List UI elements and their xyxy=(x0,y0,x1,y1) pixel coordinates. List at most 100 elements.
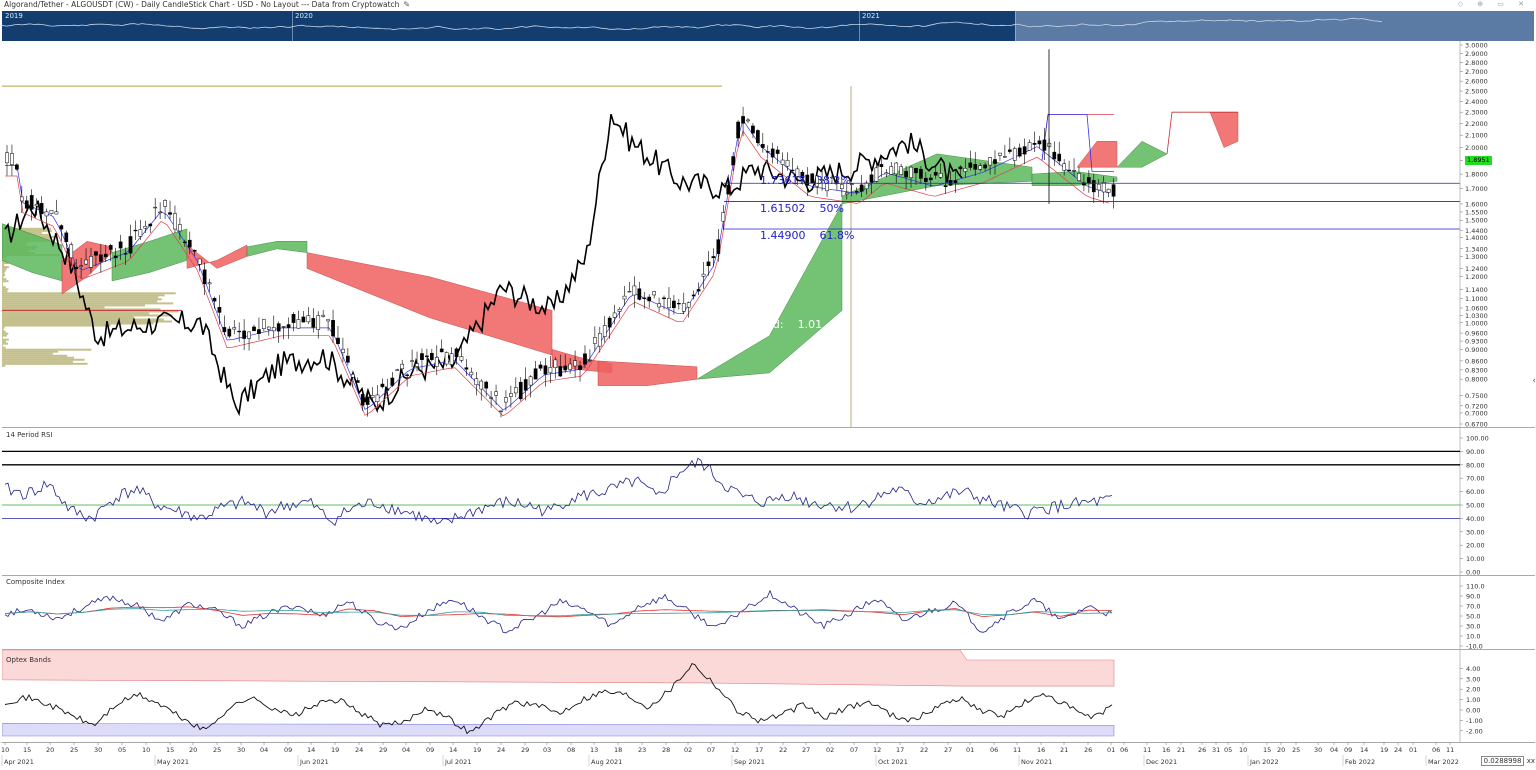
volume-profile-bar xyxy=(2,338,9,341)
month-tick-label: Nov 2021 xyxy=(1021,758,1052,766)
candle-up xyxy=(410,360,414,362)
day-tick-label: 30 xyxy=(237,746,245,754)
candle-up xyxy=(494,391,498,396)
candle-up xyxy=(597,333,602,347)
candle-down xyxy=(420,353,424,360)
volume-profile-bar xyxy=(2,342,9,345)
volume-profile-bar xyxy=(2,312,150,315)
candle-down xyxy=(99,254,103,262)
kumo-bullish xyxy=(1116,140,1168,168)
candle-down xyxy=(1032,142,1037,145)
candle-down xyxy=(726,184,731,195)
pencil-icon[interactable]: ✎ xyxy=(403,0,410,9)
candle-down xyxy=(346,355,350,363)
candle-up xyxy=(400,363,405,370)
price-tick-label: 2.5000 xyxy=(1465,88,1488,96)
time-axis[interactable]: 10 15 20 25 30 05 10 15 20 25 30 04 09 14 19 24 29 04 09 14… xyxy=(0,742,1536,770)
volume-profile-bar xyxy=(2,266,9,269)
candle-down xyxy=(1057,153,1062,162)
rsi-panel[interactable]: 14 Period RSI 100.00 90.00 80.00 70.00 60.00… xyxy=(2,428,1535,576)
candle-up xyxy=(1106,188,1111,193)
candle-down xyxy=(923,177,928,182)
candle-up xyxy=(573,360,577,367)
candle-down xyxy=(691,294,696,297)
candle-up xyxy=(553,359,558,369)
candle-down xyxy=(543,365,548,375)
price-tick-label: 2.4000 xyxy=(1465,98,1488,106)
price-tick-label: 1.5000 xyxy=(1465,217,1488,225)
candle-down xyxy=(276,323,281,332)
candle-down xyxy=(74,267,79,270)
candle-up xyxy=(266,326,271,330)
volume-profile-bar xyxy=(2,274,6,277)
candle-down xyxy=(355,380,360,383)
candle-up xyxy=(938,173,943,178)
day-tick-label: 30 xyxy=(94,746,102,754)
price-panel[interactable]: 3.0000 2.9000 2.8000 2.7000 2.6000 2.5000 2.40… xyxy=(2,41,1535,428)
day-tick-label: 11 xyxy=(1143,746,1151,754)
fib-label-618: 1.44900 61.8% xyxy=(760,229,855,242)
candle-up xyxy=(568,363,573,370)
candle-down xyxy=(775,149,780,154)
composite-panel[interactable]: Composite Index 110.0 90.0 70.0 50.0 30.0 10.… xyxy=(2,576,1535,650)
candle-up xyxy=(513,387,518,394)
volume-profile-bar xyxy=(2,280,9,283)
price-tick-label: 2.3000 xyxy=(1465,109,1488,117)
day-tick-label: 18 xyxy=(614,746,622,754)
month-tick-label: Jul 2021 xyxy=(444,758,471,766)
day-tick-label: 29 xyxy=(379,746,387,754)
day-tick-label: 04 xyxy=(402,746,410,754)
day-tick-label: 22 xyxy=(920,746,928,754)
month-tick-label: Mar 2022 xyxy=(1428,758,1459,766)
volume-profile-bar xyxy=(2,348,92,351)
volume-profile-bar xyxy=(2,302,174,305)
day-tick-label: 17 xyxy=(755,746,763,754)
candle-up xyxy=(415,363,419,367)
candle-up xyxy=(499,410,503,412)
day-tick-label: 08 xyxy=(567,746,575,754)
candle-down xyxy=(914,167,918,174)
day-tick-label: 20 xyxy=(1277,746,1285,754)
candle-up xyxy=(247,331,251,339)
collapse-sidebar-icon[interactable]: ‹ xyxy=(1532,376,1536,386)
price-tick-label: 0.9300 xyxy=(1465,338,1488,346)
composite-slow-ma xyxy=(4,608,1113,617)
candle-down xyxy=(760,144,765,148)
price-tick-label: 0.8300 xyxy=(1465,366,1488,374)
candle-up xyxy=(899,166,903,175)
month-tick-label: Feb 2022 xyxy=(1345,758,1375,766)
candle-down xyxy=(202,269,207,285)
window-controls[interactable]: ◇ ⊕ ▭ ✕ xyxy=(1458,0,1530,8)
candle-up xyxy=(721,212,726,222)
candle-up xyxy=(780,159,785,165)
candle-up xyxy=(306,315,311,323)
price-tick-label: 0.7000 xyxy=(1465,409,1488,417)
volume-profile-bar xyxy=(2,282,4,285)
candle-up xyxy=(178,224,182,232)
kumo-bearish xyxy=(186,244,248,269)
day-tick-label: 30 xyxy=(1314,746,1322,754)
day-tick-label: 25 xyxy=(70,746,78,754)
volume-profile-bar xyxy=(2,340,7,343)
time-navigator[interactable]: 2019 2020 2021 xyxy=(2,11,1534,41)
candle-up xyxy=(1027,142,1032,151)
candle-down xyxy=(928,177,933,181)
candle-down xyxy=(1091,180,1096,193)
day-tick-label: 10 xyxy=(1,746,9,754)
day-tick-label: 09 xyxy=(426,746,434,754)
volume-profile-bar xyxy=(2,362,88,365)
day-tick-label: 25 xyxy=(1292,746,1300,754)
candle-down xyxy=(993,159,997,164)
candle-down xyxy=(533,368,538,380)
candle-up xyxy=(153,206,158,209)
price-tick-label: 0.6700 xyxy=(1465,421,1488,428)
volume-profile-bar xyxy=(2,346,6,349)
rsi-tick-label: 0.00 xyxy=(1466,569,1480,576)
candle-up xyxy=(434,357,439,367)
candle-up xyxy=(701,273,706,277)
optex-panel[interactable]: Optex Bands 4.00 3.00 2.00 1.00 0.00 -1.00 -2.… xyxy=(2,650,1535,743)
candle-up xyxy=(469,371,474,376)
volume-profile-bar xyxy=(2,288,9,291)
price-tick-label: 1.1000 xyxy=(1465,295,1488,303)
candle-up xyxy=(375,394,380,402)
